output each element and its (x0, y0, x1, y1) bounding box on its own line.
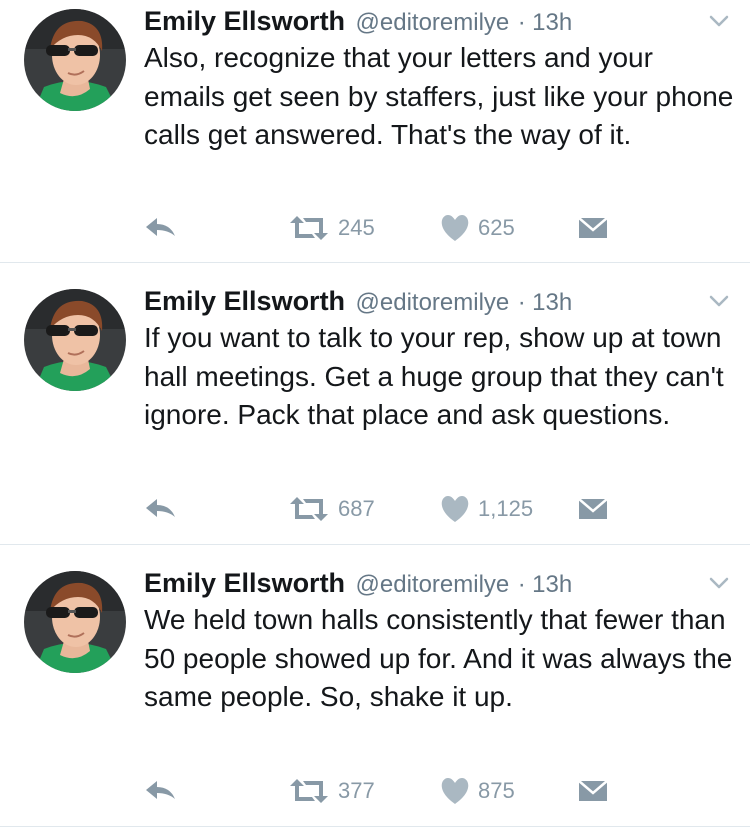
author-name[interactable]: Emily Ellsworth (144, 286, 345, 316)
tweet-header: Emily Ellsworth @editoremilye · 13h (144, 4, 730, 38)
author-name[interactable]: Emily Ellsworth (144, 568, 345, 598)
separator-dot: · (517, 571, 526, 598)
tweet-text: Also, recognize that your letters and yo… (144, 42, 734, 150)
reply-button[interactable] (144, 489, 178, 529)
like-count: 1,125 (478, 496, 534, 521)
envelope-icon (578, 498, 608, 519)
reply-button[interactable] (144, 208, 178, 248)
timestamp[interactable]: 13h (532, 289, 572, 316)
tweet-text: We held town halls consistently that few… (144, 604, 733, 712)
author-handle[interactable]: @editoremilye (356, 571, 510, 598)
retweet-count: 245 (338, 215, 375, 240)
tweet[interactable]: Emily Ellsworth @editoremilye · 13h We h… (0, 545, 750, 827)
like-button[interactable]: 625 (440, 208, 515, 248)
like-button[interactable]: 875 (440, 771, 515, 811)
author-handle[interactable]: @editoremilye (356, 289, 510, 316)
retweet-icon (290, 216, 328, 240)
separator-dot: · (517, 289, 526, 316)
tweet-header: Emily Ellsworth @editoremilye · 13h (144, 566, 730, 600)
reply-arrow-icon (146, 781, 175, 799)
tweet-header: Emily Ellsworth @editoremilye · 13h (144, 284, 730, 318)
tweet[interactable]: Emily Ellsworth @editoremilye · 13h If y… (0, 263, 750, 545)
retweet-icon (290, 497, 328, 521)
direct-message-button[interactable] (578, 771, 608, 811)
like-count: 625 (478, 215, 515, 240)
tweet-text: If you want to talk to your rep, show up… (144, 322, 724, 430)
tweet-actions: 377 875 (144, 771, 624, 811)
retweet-button[interactable]: 687 (288, 489, 375, 529)
retweet-icon (290, 779, 328, 803)
separator-dot: · (517, 9, 526, 36)
timestamp[interactable]: 13h (532, 9, 572, 36)
retweet-button[interactable]: 245 (288, 208, 375, 248)
like-button[interactable]: 1,125 (440, 489, 533, 529)
reply-arrow-icon (146, 499, 175, 517)
chevron-down-icon[interactable] (708, 12, 730, 30)
avatar[interactable] (24, 289, 126, 391)
chevron-down-icon[interactable] (708, 292, 730, 310)
heart-icon (441, 215, 469, 241)
avatar[interactable] (24, 9, 126, 111)
like-count: 875 (478, 778, 515, 803)
tweet-actions: 687 1,125 (144, 489, 624, 529)
retweet-button[interactable]: 377 (288, 771, 375, 811)
chevron-down-icon[interactable] (708, 574, 730, 592)
avatar[interactable] (24, 571, 126, 673)
direct-message-button[interactable] (578, 489, 608, 529)
tweet-actions: 245 625 (144, 208, 624, 248)
reply-button[interactable] (144, 771, 178, 811)
direct-message-button[interactable] (578, 208, 608, 248)
author-name[interactable]: Emily Ellsworth (144, 6, 345, 36)
envelope-icon (578, 217, 608, 238)
timestamp[interactable]: 13h (532, 571, 572, 598)
reply-arrow-icon (146, 218, 175, 236)
retweet-count: 687 (338, 496, 375, 521)
envelope-icon (578, 780, 608, 801)
heart-icon (441, 496, 469, 522)
tweet[interactable]: Emily Ellsworth @editoremilye · 13h Also… (0, 0, 750, 263)
author-handle[interactable]: @editoremilye (356, 9, 510, 36)
retweet-count: 377 (338, 778, 375, 803)
heart-icon (441, 778, 469, 804)
